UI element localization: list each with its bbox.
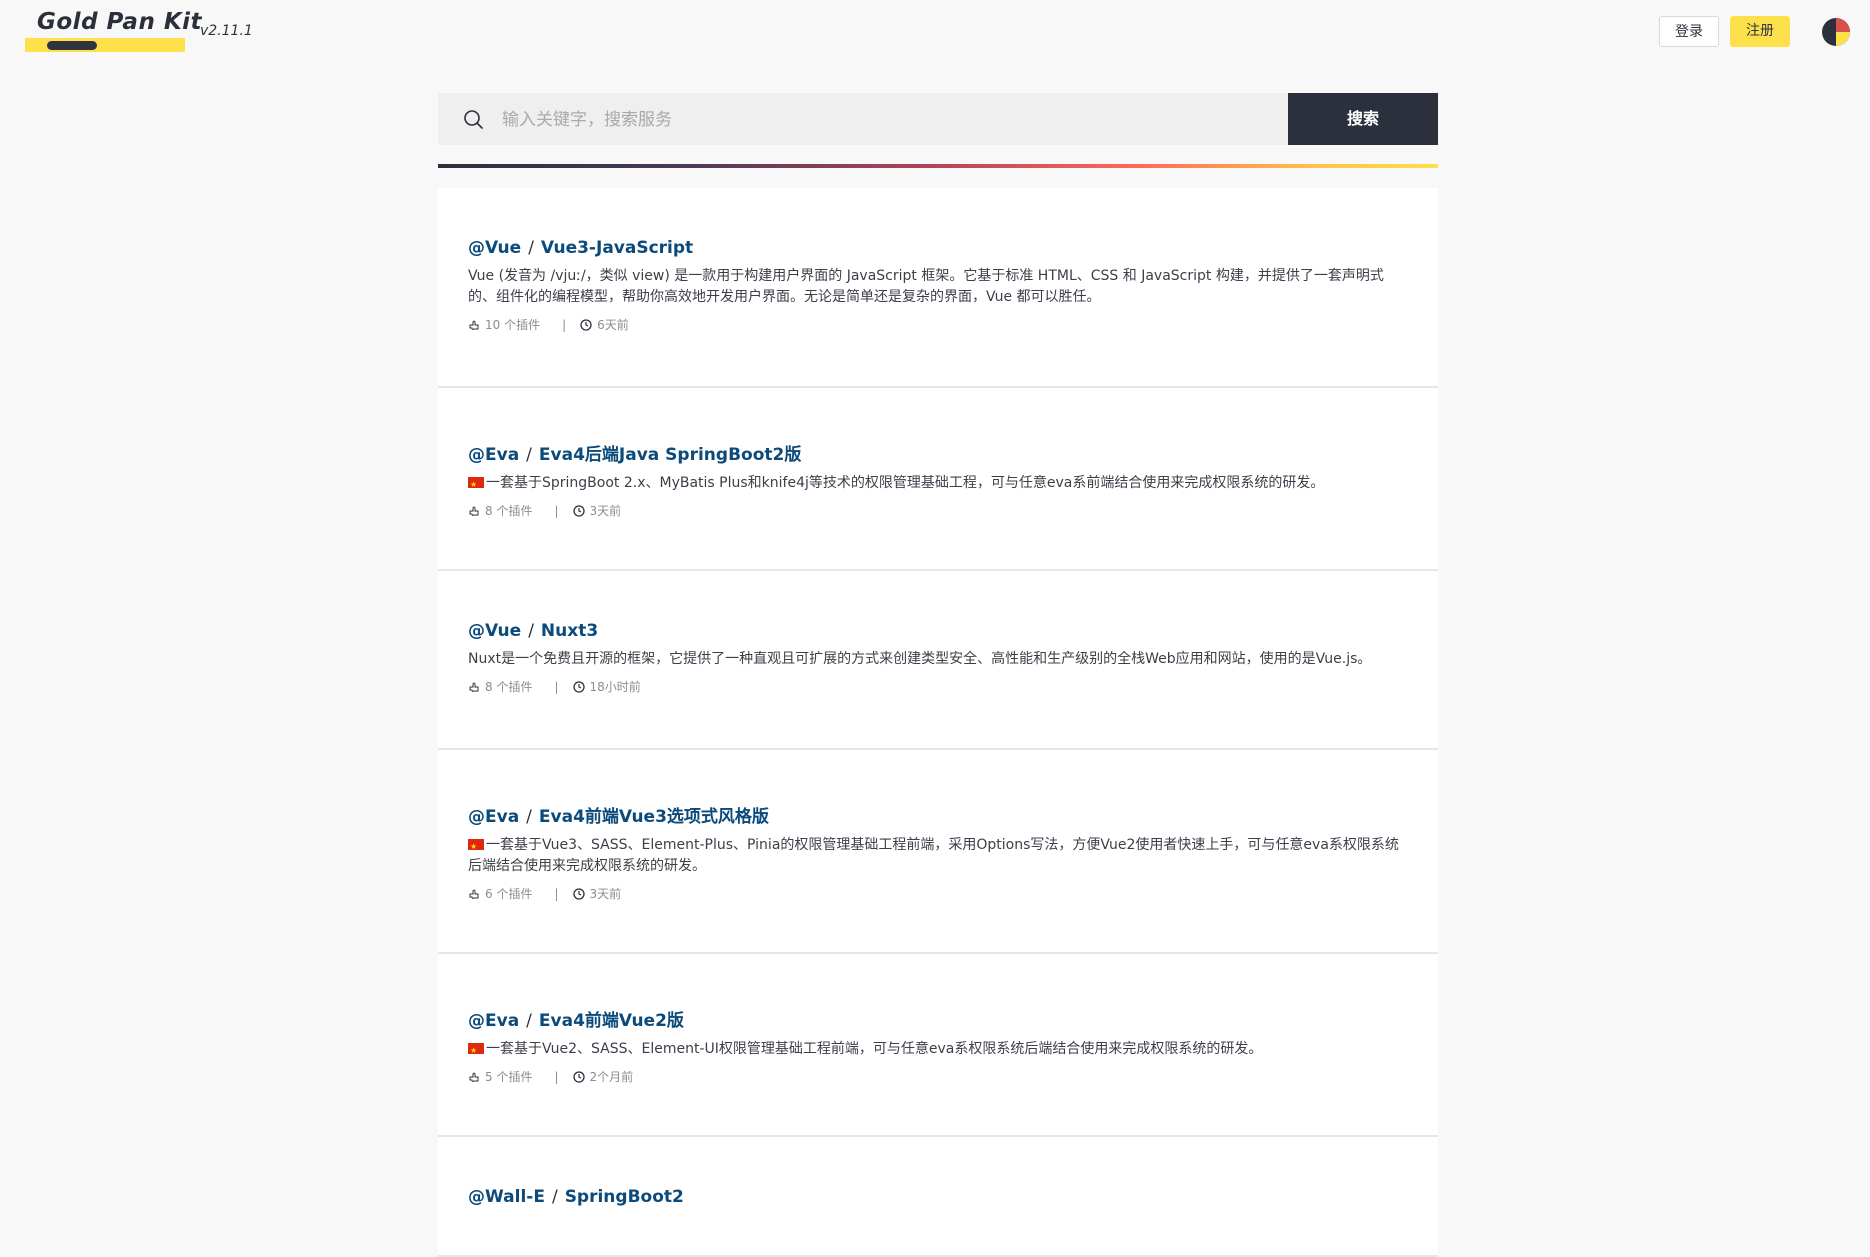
plugin-count: 10 个插件: [485, 318, 541, 332]
logo[interactable]: Gold Pan Kit: [25, 9, 202, 53]
gradient-divider: [438, 164, 1438, 168]
item-title[interactable]: @Eva / Eva4前端Vue2版: [468, 1006, 1408, 1031]
item-description: Vue (发音为 /vjuː/，类似 view) 是一款用于构建用户界面的 Ja…: [468, 268, 1384, 305]
item-description: 一套基于SpringBoot 2.x、MyBatis Plus和knife4j等…: [468, 473, 1408, 495]
item-title[interactable]: @Vue / Nuxt3: [468, 621, 1408, 641]
item-name[interactable]: Eva4前端Vue2版: [539, 1011, 684, 1031]
item-title[interactable]: @Wall-E / SpringBoot2: [468, 1187, 1408, 1207]
plugin-count: 8 个插件: [485, 504, 533, 518]
china-flag-icon: [468, 836, 484, 857]
item-owner[interactable]: @Vue: [468, 238, 521, 258]
clock-icon: [580, 318, 592, 331]
item-owner[interactable]: @Eva: [468, 807, 519, 827]
list-item[interactable]: @Vue / Nuxt3 Nuxt是一个免费且开源的框架，它提供了一种直观且可扩展的…: [438, 571, 1438, 750]
china-flag-icon: [468, 474, 484, 495]
item-owner[interactable]: @Eva: [468, 1011, 519, 1031]
item-owner[interactable]: @Vue: [468, 621, 521, 641]
search-bar: 搜索: [438, 93, 1438, 147]
clock-icon: [572, 1070, 585, 1083]
plugin-icon: [469, 682, 479, 692]
item-title[interactable]: @Vue / Vue3-JavaScript: [468, 238, 1408, 258]
search-icon: [464, 110, 483, 129]
clock-icon: [572, 887, 585, 900]
china-flag-icon: [468, 1040, 484, 1061]
updated-time: 6天前: [597, 318, 629, 332]
list-item[interactable]: @Eva/Eva4后端Java SpringBoot2版 一套基于SpringB…: [438, 388, 1438, 571]
top-header: Gold Pan Kit v2.11.1 登录 注册: [0, 0, 1870, 70]
list-item[interactable]: @Eva/Eva4前端Vue3选项式风格版 一套基于Vue3、SASS、Elem…: [438, 750, 1438, 954]
plugin-count: 6 个插件: [485, 887, 533, 901]
service-list: @Vue / Vue3-JavaScript Vue (发音为 /vjuː/，类似 …: [438, 188, 1438, 1257]
item-owner[interactable]: @Wall-E: [468, 1187, 545, 1207]
updated-time: 18小时前: [589, 680, 641, 694]
login-button[interactable]: 登录: [1659, 16, 1719, 47]
item-meta: 6 个插件 | 3天前: [468, 885, 1408, 902]
plugin-icon: [469, 320, 479, 330]
plugin-icon: [469, 889, 479, 899]
item-meta: 8 个插件 | 18小时前: [468, 678, 1408, 695]
search-input[interactable]: [500, 93, 1264, 147]
clock-icon: [572, 680, 585, 693]
list-item[interactable]: @Eva/Eva4前端Vue2版 一套基于Vue2、SASS、Element-U…: [438, 954, 1438, 1137]
item-owner[interactable]: @Eva: [468, 445, 519, 465]
item-description: Nuxt是一个免费且开源的框架，它提供了一种直观且可扩展的方式来创建类型安全、高…: [468, 651, 1372, 667]
list-item[interactable]: @Wall-E / SpringBoot2: [438, 1137, 1438, 1257]
plugin-count: 8 个插件: [485, 680, 533, 694]
item-meta: 5 个插件 | 2个月前: [468, 1068, 1408, 1085]
search-box: [438, 93, 1288, 147]
item-description: 一套基于Vue3、SASS、Element-Plus、Pinia的权限管理基础工…: [468, 835, 1408, 877]
item-title[interactable]: @Eva / Eva4前端Vue3选项式风格版: [468, 802, 1408, 827]
item-meta: 10 个插件 | 6天前: [468, 316, 1408, 333]
item-title[interactable]: @Eva / Eva4后端Java SpringBoot2版: [468, 440, 1408, 465]
plugin-icon: [469, 1072, 479, 1082]
updated-time: 2个月前: [589, 1070, 634, 1084]
item-description: 一套基于Vue2、SASS、Element-UI权限管理基础工程前端，可与任意e…: [468, 1039, 1408, 1061]
plugin-icon: [469, 506, 479, 516]
theme-toggle-icon[interactable]: [1821, 17, 1851, 47]
register-button[interactable]: 注册: [1730, 16, 1790, 47]
item-name[interactable]: Vue3-JavaScript: [541, 238, 693, 258]
list-item[interactable]: @Vue / Vue3-JavaScript Vue (发音为 /vjuː/，类似 …: [438, 188, 1438, 388]
updated-time: 3天前: [589, 887, 622, 901]
item-meta: 8 个插件 | 3天前: [468, 502, 1408, 519]
logo-pill: [47, 41, 97, 50]
updated-time: 3天前: [589, 504, 622, 518]
search-button[interactable]: 搜索: [1288, 93, 1438, 145]
clock-icon: [572, 504, 585, 517]
item-name[interactable]: Nuxt3: [541, 621, 598, 641]
item-name[interactable]: SpringBoot2: [565, 1187, 684, 1207]
logo-text: Gold Pan Kit: [37, 9, 203, 35]
version-label: v2.11.1: [200, 23, 253, 39]
item-name[interactable]: Eva4前端Vue3选项式风格版: [539, 807, 769, 827]
item-name[interactable]: Eva4后端Java SpringBoot2版: [539, 445, 801, 465]
plugin-count: 5 个插件: [485, 1070, 533, 1084]
